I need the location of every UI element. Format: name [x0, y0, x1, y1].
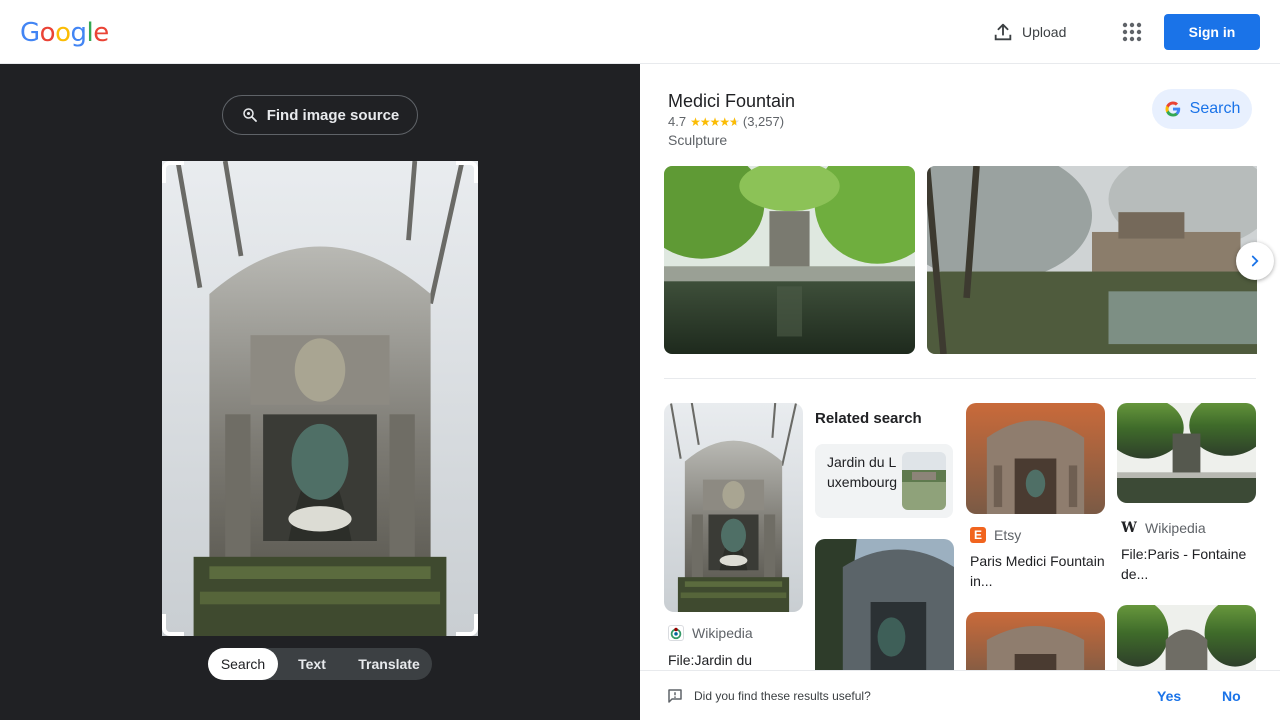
related-search-thumb — [902, 452, 946, 510]
mode-tabs: Search Text Translate — [208, 648, 432, 680]
find-image-source-label: Find image source — [266, 106, 400, 124]
visual-match-source-1[interactable]: Wikipedia — [668, 625, 753, 641]
query-image-panel: Find image source Search Text Translate — [0, 64, 640, 720]
entity-search-button[interactable]: Search — [1152, 89, 1252, 129]
logo-letter: l — [86, 18, 94, 48]
crop-handle-top-right[interactable] — [456, 161, 478, 183]
visual-match-image-3[interactable] — [966, 403, 1105, 514]
feedback-question: Did you find these results useful? — [694, 689, 871, 703]
entity-search-label: Search — [1189, 100, 1241, 117]
entity-image-2[interactable] — [927, 166, 1257, 354]
source-name: Wikipedia — [692, 625, 753, 641]
feedback-bar: Did you find these results useful? Yes N… — [640, 670, 1280, 720]
crop-handle-top-left[interactable] — [162, 161, 184, 183]
entity-image-1[interactable] — [664, 166, 915, 354]
feedback-yes-button[interactable]: Yes — [1157, 688, 1181, 704]
results-panel: Medici Fountain 4.7 ★★★★★ ★ (3,257) Sculp… — [640, 64, 1280, 720]
carousel-next-button[interactable] — [1236, 242, 1274, 280]
related-search-item[interactable]: Jardin du Luxembourg — [815, 444, 953, 518]
source-name: Etsy — [994, 527, 1022, 543]
visual-match-source-3[interactable]: E Etsy — [970, 527, 1021, 543]
lens-search-icon — [242, 108, 257, 122]
entity-title: Medici Fountain — [668, 91, 796, 111]
find-image-source-button[interactable]: Find image source — [222, 95, 418, 135]
logo-letter: o — [55, 18, 71, 48]
crop-handle-bottom-right[interactable] — [456, 614, 478, 636]
visual-match-source-4[interactable]: W Wikipedia — [1121, 520, 1206, 536]
wikimedia-icon — [668, 625, 684, 641]
feedback-icon — [668, 689, 682, 703]
visual-match-image-4[interactable] — [1117, 403, 1256, 503]
entity-type: Sculpture — [668, 132, 728, 148]
visual-match-title-4[interactable]: File:Paris - Fontaine de... — [1121, 544, 1251, 584]
upload-label: Upload — [1022, 24, 1067, 40]
query-image — [162, 161, 478, 636]
related-search-label: Jardin du Luxembourg — [827, 454, 898, 490]
logo-letter: g — [70, 18, 88, 48]
visual-match-title-1[interactable]: File:Jardin du — [668, 650, 808, 670]
sign-in-button[interactable]: Sign in — [1164, 14, 1260, 50]
source-name: Wikipedia — [1145, 520, 1206, 536]
wikipedia-icon: W — [1121, 520, 1137, 536]
related-search-title: Related search — [815, 410, 922, 427]
upload-button[interactable]: Upload — [992, 20, 1066, 44]
apps-grid-icon[interactable] — [1120, 20, 1144, 44]
section-divider — [664, 378, 1256, 379]
visual-match-image-1[interactable] — [664, 403, 803, 612]
star-rating-icon: ★★★★★ ★ — [690, 114, 740, 129]
upload-icon — [994, 23, 1012, 41]
chevron-right-icon — [1251, 255, 1259, 267]
rating-row: 4.7 ★★★★★ ★ (3,257) — [668, 114, 784, 129]
crop-handle-bottom-left[interactable] — [162, 614, 184, 636]
top-bar: Google Upload Sign in — [0, 0, 1280, 64]
logo-letter: G — [20, 18, 40, 48]
etsy-icon: E — [970, 527, 986, 543]
tab-text[interactable]: Text — [278, 648, 346, 680]
logo-letter: o — [39, 18, 56, 48]
google-logo[interactable]: Google — [20, 18, 109, 48]
tab-search[interactable]: Search — [208, 648, 278, 680]
google-g-icon — [1165, 101, 1180, 117]
tab-translate[interactable]: Translate — [346, 648, 432, 680]
visual-match-image-2[interactable] — [815, 539, 954, 679]
logo-letter: e — [93, 18, 109, 48]
crop-selection-frame[interactable] — [162, 161, 478, 636]
rating-value: 4.7 — [668, 114, 687, 129]
review-count: (3,257) — [742, 114, 785, 129]
visual-match-title-3[interactable]: Paris Medici Fountain in... — [970, 551, 1105, 591]
feedback-no-button[interactable]: No — [1222, 688, 1241, 704]
